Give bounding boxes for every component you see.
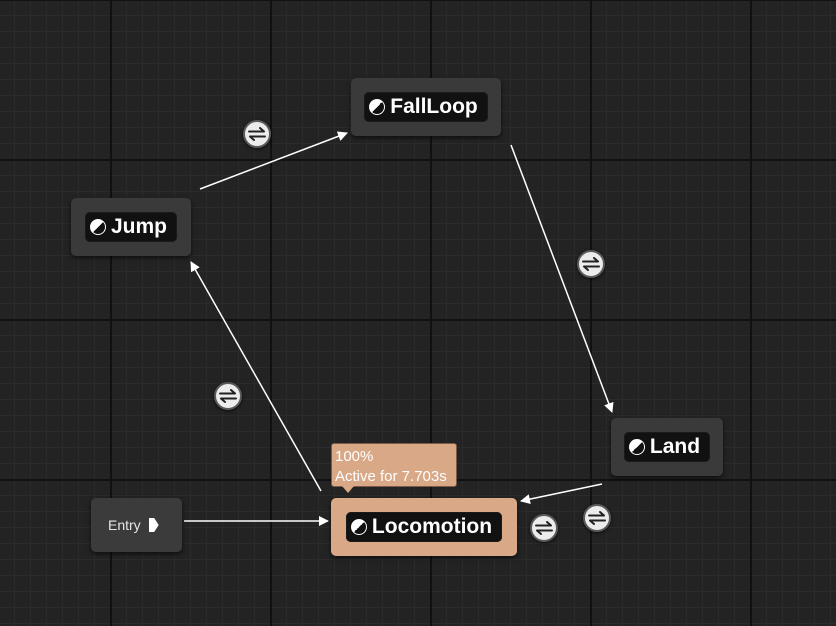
state-node-icon	[350, 519, 367, 535]
entry-label: Entry	[108, 517, 141, 533]
tooltip-pointer	[342, 486, 354, 493]
state-label: Locomotion	[371, 515, 493, 538]
state-node-icon	[628, 439, 645, 455]
wire-land-to-locomotion[interactable]	[520, 483, 603, 505]
state-label: Land	[649, 435, 701, 458]
transition-land-to-locomotion[interactable]	[583, 504, 611, 532]
wire-falloop-to-land[interactable]	[510, 144, 614, 413]
active-state-tooltip: 100% Active for 7.703s	[331, 443, 457, 493]
state-locomotion[interactable]: Locomotion	[331, 498, 517, 556]
tooltip-weight: 100%	[335, 448, 374, 465]
wire-locomotion-to-jump[interactable]	[190, 261, 322, 492]
state-label: Jump	[110, 215, 167, 238]
state-locomotion-title: Locomotion	[345, 512, 503, 542]
transition-locomotion-to-jump[interactable]	[214, 382, 242, 410]
state-label: FallLoop	[390, 95, 478, 118]
state-jump-title: Jump	[84, 212, 177, 242]
state-node-icon	[89, 219, 106, 235]
state-land-title: Land	[623, 432, 711, 462]
transition-rule-icon	[248, 127, 266, 141]
state-jump[interactable]: Jump	[71, 198, 191, 256]
exec-pin-icon[interactable]	[148, 518, 159, 532]
tooltip-status: Active for 7.703s	[335, 468, 447, 485]
state-land[interactable]: Land	[611, 418, 723, 476]
transition-locomotion-out[interactable]	[530, 514, 558, 542]
wire-jump-to-falloop[interactable]	[199, 131, 348, 190]
transition-rule-icon	[588, 511, 606, 525]
transition-jump-to-falloop[interactable]	[243, 120, 271, 148]
transition-rule-icon	[535, 521, 553, 535]
transition-rule-icon	[582, 257, 600, 271]
transition-falloop-to-land[interactable]	[577, 250, 605, 278]
entry-node[interactable]: Entry	[91, 498, 182, 552]
transition-rule-icon	[219, 389, 237, 403]
state-node-icon	[369, 99, 386, 115]
state-falloop-title: FallLoop	[364, 92, 488, 122]
state-falloop[interactable]: FallLoop	[351, 78, 501, 136]
